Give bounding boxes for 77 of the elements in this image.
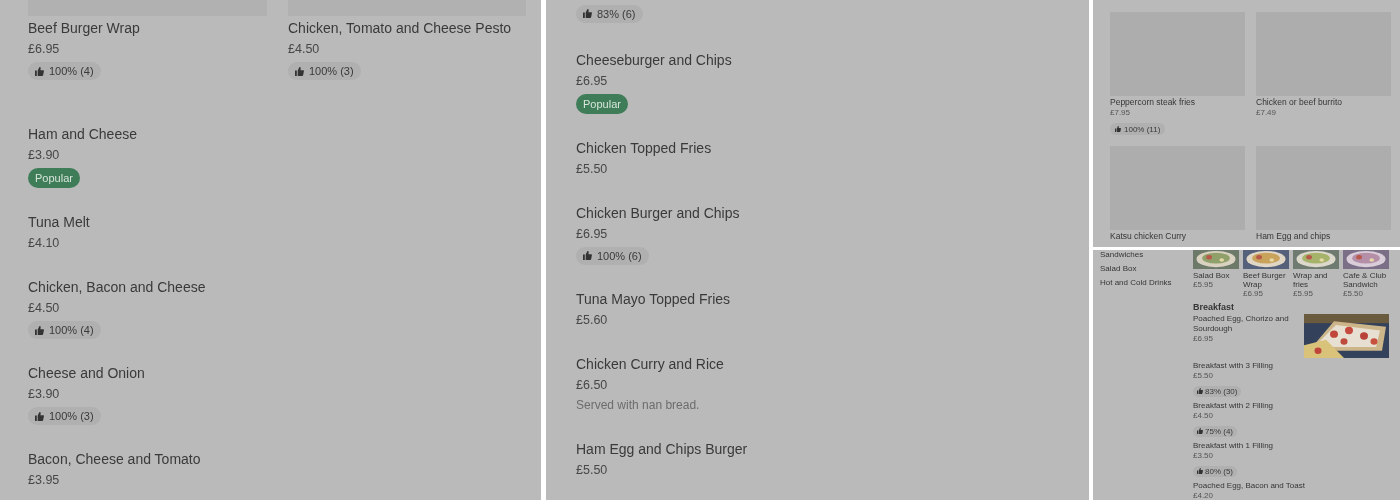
rating-text: 83% (6) — [597, 7, 636, 20]
rating-text: 80% (5) — [1205, 466, 1233, 476]
item-price: £5.60 — [576, 311, 609, 329]
item-price: £7.95 — [1110, 108, 1132, 118]
thumbs-up-icon — [35, 66, 44, 76]
item-price: £3.90 — [28, 386, 61, 403]
item-name[interactable]: Beef Burger Wrap — [1243, 271, 1289, 289]
rating-text: 100% (4) — [49, 324, 94, 336]
section-heading: Breakfast — [1193, 302, 1235, 313]
item-name[interactable]: Poached Egg, Chorizo and Sourdough — [1193, 314, 1297, 334]
item-name[interactable]: Cafe & Club Sandwich — [1343, 271, 1389, 289]
item-name[interactable]: Bacon, Cheese and Tomato — [28, 449, 527, 469]
item-name[interactable]: Katsu chicken Curry — [1110, 231, 1245, 242]
item-name[interactable]: Breakfast with 2 Filling — [1193, 401, 1274, 411]
rating-text: 100% (6) — [597, 249, 642, 262]
item-name[interactable]: Breakfast with 1 Filling — [1193, 441, 1274, 451]
item-price: £4.20 — [1193, 491, 1215, 500]
item-price: £5.50 — [1343, 289, 1365, 298]
item-price: £6.95 — [28, 41, 61, 58]
item-price: £5.95 — [1193, 280, 1215, 289]
item-name[interactable]: Chicken Curry and Rice — [576, 353, 1075, 374]
item-name[interactable]: Peppercorn steak fries — [1110, 97, 1245, 108]
item-name[interactable]: Chicken or beef burrito — [1256, 97, 1391, 108]
item-price: £6.50 — [576, 376, 609, 394]
item-price: £3.90 — [28, 147, 61, 164]
thumbs-up-icon — [1115, 126, 1121, 132]
item-price: £4.50 — [288, 41, 321, 58]
category-link[interactable]: Hot and Cold Drinks — [1100, 276, 1193, 290]
item-name[interactable]: Ham Egg and chips — [1256, 231, 1391, 242]
thumbs-up-icon — [583, 251, 592, 260]
rating-text: 75% (4) — [1205, 426, 1233, 436]
item-price: £6.95 — [1193, 334, 1215, 343]
popular-badge: Popular — [576, 93, 628, 114]
item-name[interactable]: Beef Burger Wrap — [28, 18, 267, 38]
item-name[interactable]: Breakfast with 3 Filling — [1193, 361, 1274, 371]
item-price: £3.95 — [28, 472, 61, 489]
item-price: £5.95 — [1293, 289, 1315, 298]
item-name[interactable]: Poached Egg, Bacon and Toast — [1193, 481, 1305, 491]
item-price: £4.10 — [28, 235, 61, 252]
thumbs-up-icon — [1197, 468, 1203, 474]
popular-badge: Popular — [28, 168, 80, 188]
item-name[interactable]: Ham Egg and Chips Burger — [576, 438, 1075, 459]
item-price: £5.50 — [576, 160, 609, 178]
thumbs-up-icon — [1197, 428, 1203, 434]
item-price: £4.50 — [28, 300, 61, 317]
thumbs-up-icon — [295, 66, 304, 76]
category-link[interactable]: Sandwiches — [1100, 250, 1193, 262]
item-price: £6.95 — [576, 225, 609, 243]
item-price: £3.50 — [1193, 451, 1215, 460]
thumbs-up-icon — [35, 411, 44, 421]
rating-text: 100% (3) — [309, 65, 354, 77]
rating-text: 100% (3) — [49, 410, 94, 422]
item-name[interactable]: Chicken Topped Fries — [576, 137, 1075, 158]
thumbs-up-icon — [583, 9, 592, 18]
rating-text: 100% (11) — [1124, 124, 1161, 134]
thumbs-up-icon — [35, 325, 44, 335]
thumbs-up-icon — [1197, 388, 1203, 394]
item-price: £5.50 — [1193, 371, 1215, 380]
item-description: Served with nan bread. — [576, 396, 701, 414]
item-price: £7.49 — [1256, 108, 1278, 118]
item-price: £6.95 — [576, 72, 609, 90]
item-price: £4.50 — [1193, 411, 1215, 420]
item-name[interactable]: Chicken, Bacon and Cheese — [28, 277, 527, 297]
item-name[interactable]: Tuna Melt — [28, 212, 527, 232]
item-name[interactable]: Wrap and fries — [1293, 271, 1339, 289]
item-price: £6.95 — [1243, 289, 1265, 298]
category-link[interactable]: Salad Box — [1100, 262, 1193, 276]
rating-text: 83% (30) — [1205, 386, 1238, 396]
item-name[interactable]: Chicken Burger and Chips — [576, 202, 1075, 223]
rating-text: 100% (4) — [49, 65, 94, 77]
item-name[interactable]: Tuna Mayo Topped Fries — [576, 288, 1075, 309]
item-name[interactable]: Chicken, Tomato and Cheese Pesto — [288, 18, 526, 38]
item-price: £5.50 — [576, 461, 609, 479]
item-name[interactable]: Cheeseburger and Chips — [576, 49, 1075, 70]
item-name[interactable]: Salad Box — [1193, 271, 1239, 280]
item-name[interactable]: Cheese and Onion — [28, 363, 527, 383]
item-name[interactable]: Ham and Cheese — [28, 124, 527, 144]
